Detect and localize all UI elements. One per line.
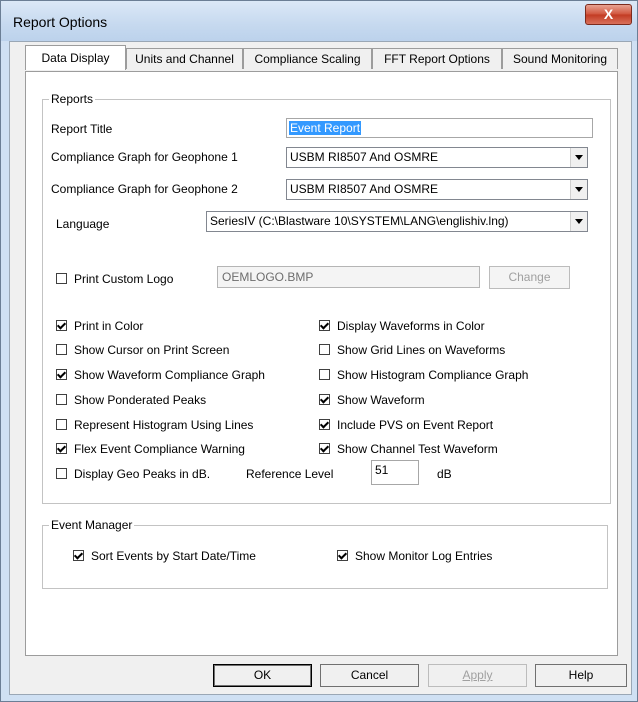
checkbox-box[interactable] xyxy=(319,369,330,380)
show-waveform-checkbox[interactable]: Show Waveform xyxy=(319,393,579,409)
show-monitor-log-checkbox[interactable]: Show Monitor Log Entries xyxy=(337,549,537,565)
event-manager-legend: Event Manager xyxy=(49,518,135,532)
chevron-down-icon[interactable] xyxy=(570,180,587,199)
reference-level-label: Reference Level xyxy=(246,467,334,481)
event-manager-group: Event Manager Sort Events by Start Date/… xyxy=(42,518,608,589)
checkbox-label: Display Waveforms in Color xyxy=(337,319,485,333)
checkbox-label: Flex Event Compliance Warning xyxy=(74,442,245,456)
flex-event-warning-checkbox[interactable]: Flex Event Compliance Warning xyxy=(56,442,296,458)
checkbox-label: Print in Color xyxy=(74,319,144,333)
show-histogram-compliance-checkbox[interactable]: Show Histogram Compliance Graph xyxy=(319,368,579,384)
data-display-panel: Reports Report Title Event Report Compli… xyxy=(25,71,618,656)
apply-label: Apply xyxy=(462,668,493,682)
geophone-2-label: Compliance Graph for Geophone 2 xyxy=(51,182,238,196)
checkbox-box[interactable] xyxy=(56,369,67,380)
display-geo-peaks-db-checkbox[interactable]: Display Geo Peaks in dB. xyxy=(56,467,256,483)
checkbox-label: Sort Events by Start Date/Time xyxy=(91,549,256,563)
logo-file-input: OEMLOGO.BMP xyxy=(217,266,480,288)
checkbox-box[interactable] xyxy=(73,550,84,561)
checkbox-box[interactable] xyxy=(56,320,67,331)
show-waveform-compliance-checkbox[interactable]: Show Waveform Compliance Graph xyxy=(56,368,296,384)
show-cursor-checkbox[interactable]: Show Cursor on Print Screen xyxy=(56,343,296,359)
checkbox-box[interactable] xyxy=(337,550,348,561)
show-ponderated-peaks-checkbox[interactable]: Show Ponderated Peaks xyxy=(56,393,296,409)
print-custom-logo-label: Print Custom Logo xyxy=(74,272,174,286)
checkbox-label: Show Grid Lines on Waveforms xyxy=(337,343,506,357)
help-button[interactable]: Help xyxy=(535,664,627,687)
tab-compliance-scaling[interactable]: Compliance Scaling xyxy=(243,48,372,69)
checkbox-label: Show Ponderated Peaks xyxy=(74,393,207,407)
checkbox-label: Show Waveform Compliance Graph xyxy=(74,368,265,382)
reports-legend: Reports xyxy=(49,92,96,106)
dialog-client: Data Display Units and Channel Complianc… xyxy=(9,41,632,695)
window-title: Report Options xyxy=(13,14,108,30)
language-select[interactable]: SeriesIV (C:\Blastware 10\SYSTEM\LANG\en… xyxy=(206,211,588,232)
checkbox-box[interactable] xyxy=(56,344,67,355)
report-title-value: Event Report xyxy=(289,121,362,135)
title-bar[interactable]: Report Options X xyxy=(1,1,637,41)
tab-sound-monitoring[interactable]: Sound Monitoring xyxy=(502,48,618,69)
geophone-1-label: Compliance Graph for Geophone 1 xyxy=(51,150,238,164)
print-in-color-checkbox[interactable]: Print in Color xyxy=(56,319,296,335)
include-pvs-checkbox[interactable]: Include PVS on Event Report xyxy=(319,418,579,434)
checkbox-label: Display Geo Peaks in dB. xyxy=(74,467,211,481)
reports-group: Reports Report Title Event Report Compli… xyxy=(42,92,611,504)
checkbox-box[interactable] xyxy=(319,394,330,405)
checkbox-box[interactable] xyxy=(319,344,330,355)
checkbox-box[interactable] xyxy=(56,468,67,479)
sort-events-checkbox[interactable]: Sort Events by Start Date/Time xyxy=(73,549,293,565)
geophone-1-value: USBM RI8507 And OSMRE xyxy=(290,150,439,164)
apply-button: Apply xyxy=(428,664,527,687)
tab-data-display[interactable]: Data Display xyxy=(25,45,126,70)
print-custom-logo-checkbox[interactable]: Print Custom Logo xyxy=(56,272,206,288)
geophone-2-select[interactable]: USBM RI8507 And OSMRE xyxy=(286,179,588,200)
chevron-down-icon[interactable] xyxy=(570,148,587,167)
reference-level-input[interactable]: 51 xyxy=(371,460,419,485)
checkbox-box[interactable] xyxy=(319,419,330,430)
db-unit-label: dB xyxy=(437,467,452,481)
language-value: SeriesIV (C:\Blastware 10\SYSTEM\LANG\en… xyxy=(210,214,509,228)
checkbox-label: Include PVS on Event Report xyxy=(337,418,494,432)
checkbox-box[interactable] xyxy=(56,443,67,454)
checkbox-label: Show Monitor Log Entries xyxy=(355,549,493,563)
show-channel-test-checkbox[interactable]: Show Channel Test Waveform xyxy=(319,442,579,458)
tab-units-and-channel[interactable]: Units and Channel xyxy=(126,48,243,69)
change-logo-button: Change xyxy=(489,266,570,289)
print-custom-logo-box[interactable] xyxy=(56,273,67,284)
cancel-button[interactable]: Cancel xyxy=(320,664,419,687)
geophone-1-select[interactable]: USBM RI8507 And OSMRE xyxy=(286,147,588,168)
display-waveforms-color-checkbox[interactable]: Display Waveforms in Color xyxy=(319,319,579,335)
checkbox-label: Show Waveform xyxy=(337,393,425,407)
represent-histogram-lines-checkbox[interactable]: Represent Histogram Using Lines xyxy=(56,418,296,434)
tab-fft-report-options[interactable]: FFT Report Options xyxy=(372,48,502,69)
report-title-input[interactable]: Event Report xyxy=(286,118,593,138)
show-grid-lines-checkbox[interactable]: Show Grid Lines on Waveforms xyxy=(319,343,579,359)
checkbox-box[interactable] xyxy=(319,443,330,454)
checkbox-box[interactable] xyxy=(56,419,67,430)
geophone-2-value: USBM RI8507 And OSMRE xyxy=(290,182,439,196)
language-label: Language xyxy=(56,217,110,231)
close-icon[interactable]: X xyxy=(585,4,632,25)
checkbox-label: Show Cursor on Print Screen xyxy=(74,343,230,357)
report-title-label: Report Title xyxy=(51,122,113,136)
ok-button[interactable]: OK xyxy=(213,664,312,687)
checkbox-label: Show Histogram Compliance Graph xyxy=(337,368,529,382)
checkbox-box[interactable] xyxy=(319,320,330,331)
checkbox-label: Show Channel Test Waveform xyxy=(337,442,498,456)
checkbox-label: Represent Histogram Using Lines xyxy=(74,418,254,432)
chevron-down-icon[interactable] xyxy=(570,212,587,231)
report-options-dialog: Report Options X Data Display Units and … xyxy=(0,0,638,702)
checkbox-box[interactable] xyxy=(56,394,67,405)
